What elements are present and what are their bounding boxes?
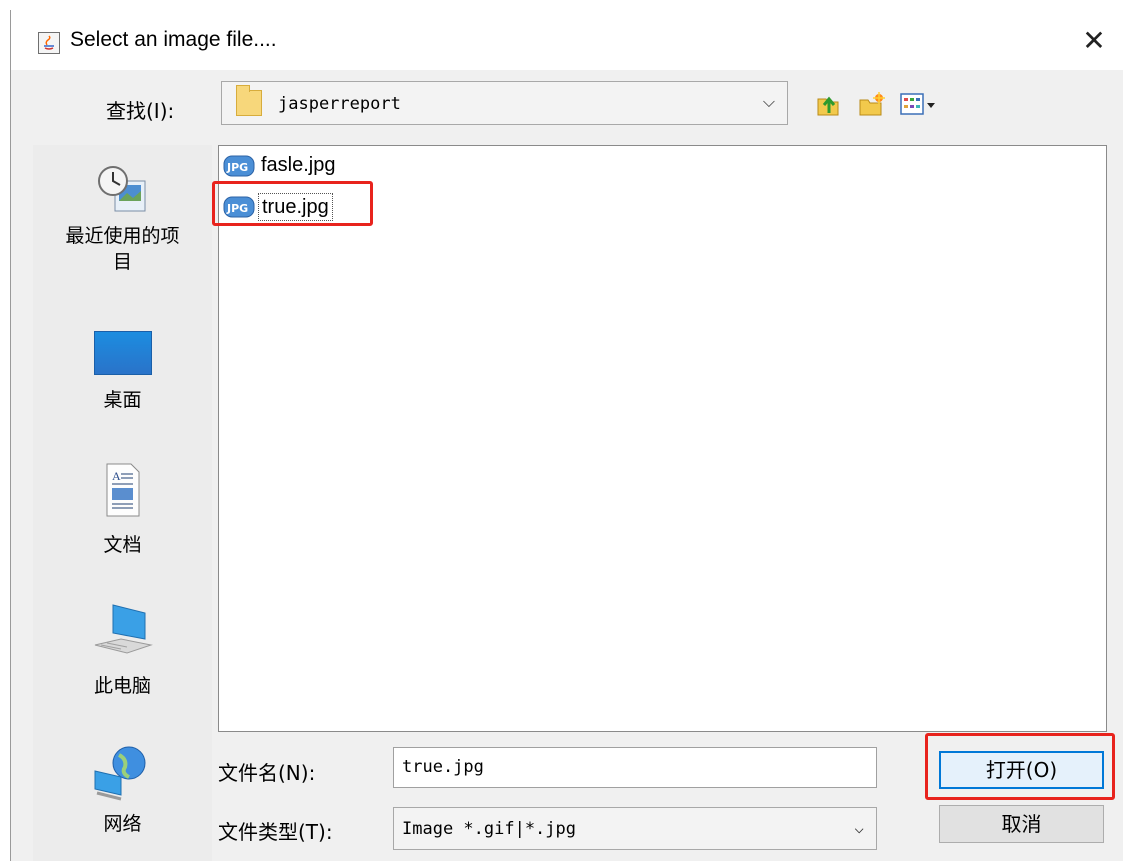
places-sidebar: 最近使用的项 目 桌面 A 文档 此电脑 网络 [33, 145, 212, 861]
java-app-icon [38, 32, 60, 54]
this-pc-icon [91, 601, 155, 659]
sidebar-item-label: 最近使用的项 [65, 225, 180, 247]
folder-icon [236, 85, 262, 116]
look-in-value: jasperreport [278, 94, 401, 114]
file-type-value: Image *.gif|*.jpg [402, 819, 576, 839]
sidebar-item-network[interactable]: 网络 [33, 745, 212, 837]
sidebar-item-label: 目 [112, 251, 132, 273]
sidebar-item-desktop[interactable]: 桌面 [33, 331, 212, 413]
recent-items-icon [93, 163, 153, 223]
desktop-icon [93, 331, 152, 375]
jpg-file-icon: JPG [223, 155, 255, 183]
look-in-label: 查找(I): [106, 99, 175, 123]
sidebar-item-label: 桌面 [103, 389, 142, 411]
file-type-label: 文件类型(T): [218, 820, 333, 844]
view-menu-icon[interactable] [899, 91, 939, 117]
file-name-label: 文件名(N): [218, 761, 316, 785]
highlight-box-file [212, 181, 373, 226]
file-chooser-dialog: Select an image file.... ✕ 查找(I): jasper… [10, 10, 1123, 861]
dialog-title: Select an image file.... [70, 28, 277, 51]
chevron-down-icon: ⌵ [854, 818, 864, 837]
sidebar-item-label: 此电脑 [93, 675, 151, 697]
file-name: fasle.jpg [261, 154, 336, 176]
cancel-button[interactable]: 取消 [939, 805, 1104, 843]
svg-text:JPG: JPG [226, 161, 248, 174]
highlight-box-open [925, 733, 1115, 800]
file-list[interactable]: JPG fasle.jpg JPG true.jpg [218, 145, 1107, 732]
sidebar-item-documents[interactable]: A 文档 [33, 462, 212, 558]
title-bar: Select an image file.... ✕ [11, 10, 1123, 70]
sidebar-item-label: 网络 [103, 813, 142, 835]
file-name-input[interactable]: true.jpg [393, 747, 877, 788]
network-icon [91, 745, 155, 801]
documents-icon: A [103, 462, 143, 518]
file-type-select[interactable]: Image *.gif|*.jpg ⌵ [393, 807, 877, 850]
svg-text:A: A [112, 469, 121, 483]
chevron-down-icon: ⌵ [762, 92, 775, 111]
close-icon[interactable]: ✕ [1077, 24, 1111, 58]
sidebar-item-recent[interactable]: 最近使用的项 目 [33, 163, 212, 275]
sidebar-item-label: 文档 [103, 534, 142, 556]
new-folder-icon[interactable] [857, 91, 885, 117]
look-in-combobox[interactable]: jasperreport ⌵ [221, 81, 788, 125]
sidebar-item-this-pc[interactable]: 此电脑 [33, 601, 212, 699]
up-folder-icon[interactable] [814, 91, 842, 117]
